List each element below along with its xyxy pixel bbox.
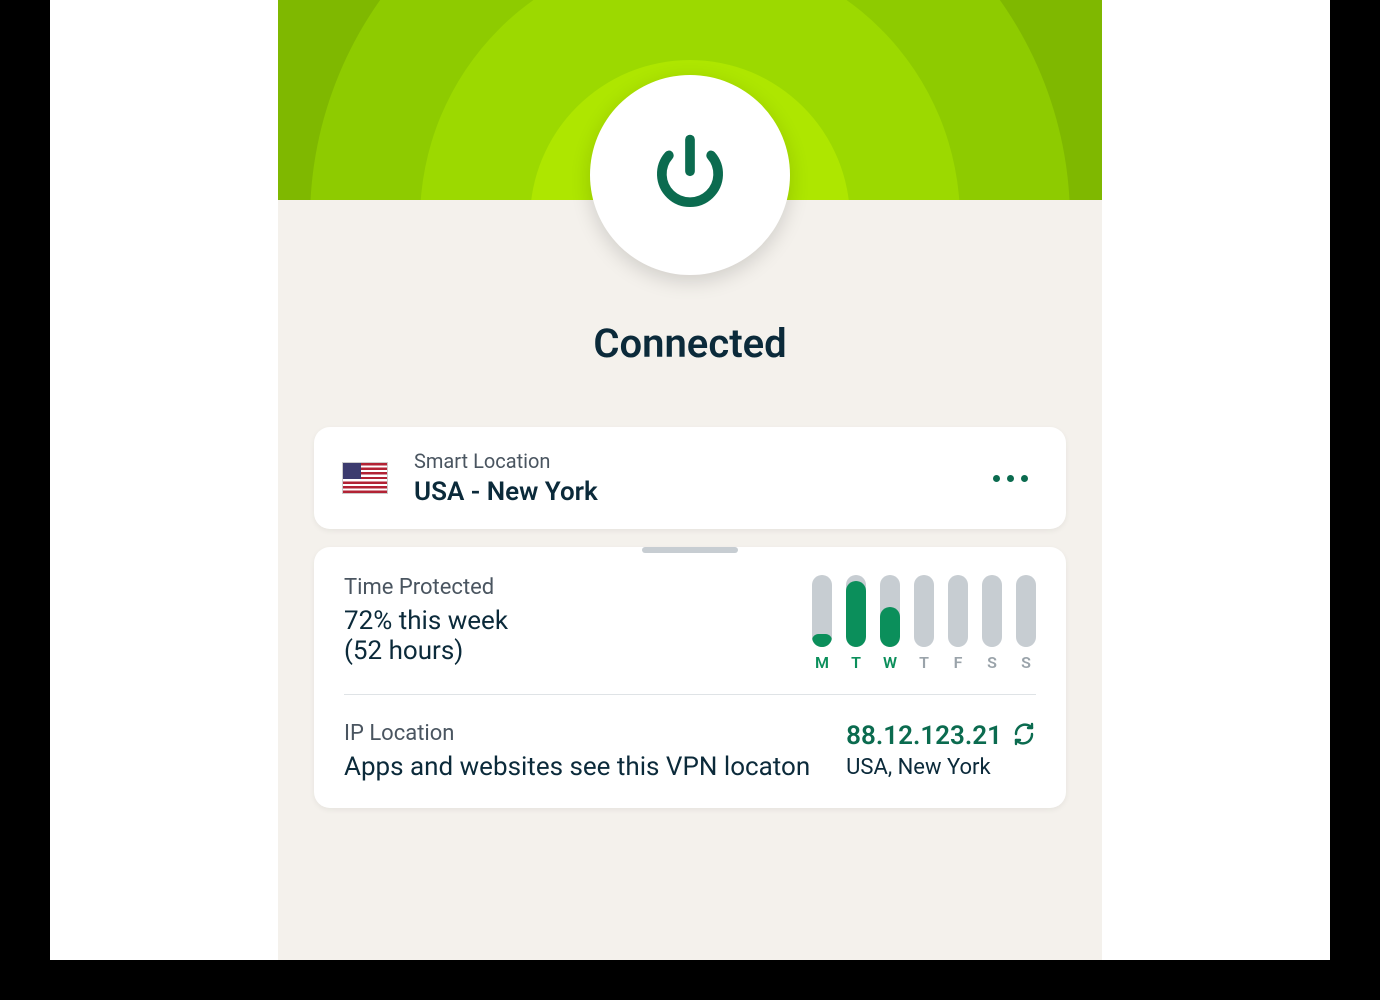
location-card[interactable]: Smart Location USA - New York bbox=[314, 427, 1066, 529]
page-frame: Connected Smart Location USA - New York … bbox=[50, 0, 1330, 960]
day-label: S bbox=[987, 653, 997, 672]
day-label: T bbox=[919, 653, 929, 672]
day-label: T bbox=[851, 653, 861, 672]
time-protected-summary: 72% this week bbox=[344, 606, 792, 636]
day-bar: S bbox=[1016, 575, 1036, 672]
day-label: W bbox=[883, 653, 897, 672]
ip-place: USA, New York bbox=[846, 755, 990, 780]
ip-location-label: IP Location bbox=[344, 721, 826, 746]
power-icon bbox=[646, 129, 734, 221]
refresh-ip-button[interactable] bbox=[1012, 722, 1036, 750]
day-label: S bbox=[1021, 653, 1031, 672]
day-bar: W bbox=[880, 575, 900, 672]
day-bar: T bbox=[914, 575, 934, 672]
drag-handle[interactable] bbox=[642, 547, 738, 553]
day-bar: T bbox=[846, 575, 866, 672]
connection-status: Connected bbox=[278, 320, 1102, 367]
location-name: USA - New York bbox=[414, 477, 983, 507]
time-protected-label: Time Protected bbox=[344, 575, 792, 600]
day-bar: S bbox=[982, 575, 1002, 672]
us-flag-icon bbox=[342, 462, 388, 494]
info-card: Time Protected 72% this week (52 hours) … bbox=[314, 547, 1066, 808]
time-protected-detail: (52 hours) bbox=[344, 636, 792, 666]
day-bar: F bbox=[948, 575, 968, 672]
day-label: M bbox=[815, 653, 829, 672]
weekly-bar-chart: MTWTFSS bbox=[812, 575, 1036, 672]
day-bar: M bbox=[812, 575, 832, 672]
ip-location-description: Apps and websites see this VPN locaton bbox=[344, 752, 826, 782]
day-label: F bbox=[954, 653, 963, 672]
vpn-app: Connected Smart Location USA - New York … bbox=[278, 0, 1102, 960]
refresh-icon bbox=[1012, 722, 1036, 750]
power-toggle-button[interactable] bbox=[590, 75, 790, 275]
location-more-button[interactable] bbox=[983, 465, 1038, 492]
ip-address: 88.12.123.21 bbox=[846, 721, 1002, 751]
location-label: Smart Location bbox=[414, 449, 983, 473]
time-protected-row: Time Protected 72% this week (52 hours) … bbox=[344, 575, 1036, 695]
ip-location-row: IP Location Apps and websites see this V… bbox=[344, 695, 1036, 782]
more-dots-icon bbox=[993, 475, 1000, 482]
location-text: Smart Location USA - New York bbox=[414, 449, 983, 507]
